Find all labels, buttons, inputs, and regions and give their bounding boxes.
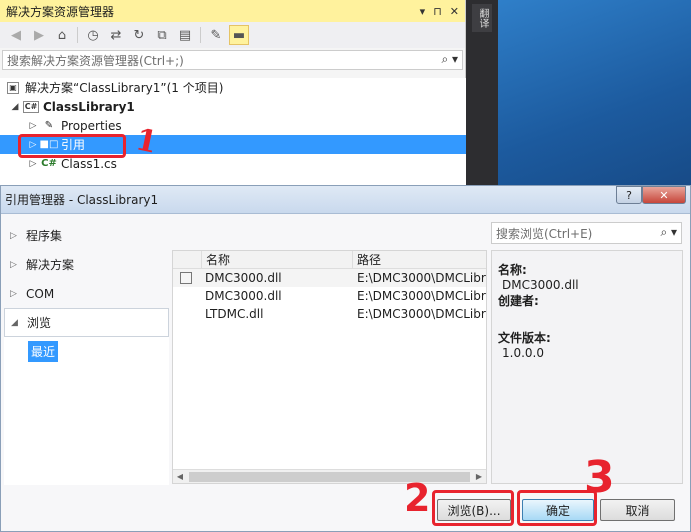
tree-item-properties[interactable]: ▷ ✎ Properties: [0, 116, 466, 135]
nav-item-browse[interactable]: ◢ 浏览: [4, 308, 169, 337]
dropdown-icon[interactable]: ▾: [420, 5, 426, 18]
csharp-file-icon: C#: [41, 158, 57, 169]
search-icon[interactable]: ⌕ ▾: [660, 225, 677, 240]
wrench-icon: ✎: [44, 120, 54, 131]
home-icon[interactable]: ⌂: [52, 25, 72, 45]
reference-checkbox[interactable]: [180, 272, 192, 284]
list-header: 名称 路径: [173, 251, 486, 269]
nav-item-solution[interactable]: ▷ 解决方案: [4, 250, 169, 279]
annotation-number-3: 3: [584, 452, 615, 503]
annotation-box-1: [18, 134, 126, 158]
side-tab-translate[interactable]: 翻译: [472, 4, 492, 32]
solution-explorer-search[interactable]: 搜索解决方案资源管理器(Ctrl+;) ⌕ ▾: [2, 50, 463, 70]
collapsed-arrow-icon: ▷: [10, 259, 17, 270]
browse-search-input[interactable]: 搜索浏览(Ctrl+E) ⌕ ▾: [491, 222, 682, 244]
browse-subitems: 最近: [4, 337, 169, 485]
refresh-icon[interactable]: ↻: [129, 25, 149, 45]
expanded-arrow-icon: ◢: [11, 317, 18, 328]
expanded-arrow-icon[interactable]: ◢: [8, 102, 22, 112]
csharp-project-icon: C#: [22, 100, 40, 113]
detail-creator-label: 创建者:: [498, 294, 539, 308]
toolbar-separator: [200, 27, 201, 43]
annotation-box-2: [432, 490, 514, 526]
table-row[interactable]: DMC3000.dll E:\DMC3000\DMCLibrary: [173, 287, 486, 305]
table-row[interactable]: LTDMC.dll E:\DMC3000\DMCLibrary: [173, 305, 486, 323]
close-icon[interactable]: ✕: [450, 5, 459, 18]
tree-item-project[interactable]: ◢ C# ClassLibrary1: [0, 97, 466, 116]
solution-explorer-toolbar: ◀ ▶ ⌂ ◷ ⇄ ↻ ⧉ ▤ ✎ ▬: [0, 22, 465, 48]
desktop-wallpaper: [498, 0, 691, 190]
detail-version-value: 1.0.0.0: [502, 346, 544, 360]
collapsed-arrow-icon: ▷: [10, 288, 17, 299]
properties-wrench-icon[interactable]: ✎: [206, 25, 226, 45]
reference-details-panel: 名称: DMC3000.dll 创建者: 文件版本: 1.0.0.0: [491, 250, 683, 484]
nav-item-assemblies[interactable]: ▷ 程序集: [4, 221, 169, 250]
column-header-path[interactable]: 路径: [352, 251, 486, 268]
table-row[interactable]: DMC3000.dll E:\DMC3000\DMCLibrary: [173, 269, 486, 287]
dialog-close-button[interactable]: ✕: [642, 186, 686, 204]
dialog-title: 引用管理器 - ClassLibrary1: [5, 193, 159, 207]
scroll-left-icon[interactable]: ◀: [173, 472, 187, 481]
search-icon[interactable]: ⌕ ▾: [441, 52, 458, 67]
collapsed-arrow-icon[interactable]: ▷: [26, 121, 40, 131]
search-placeholder: 搜索浏览(Ctrl+E): [496, 226, 593, 241]
collapsed-arrow-icon: ▷: [10, 230, 17, 241]
help-button[interactable]: ?: [616, 186, 642, 204]
detail-version-label: 文件版本:: [498, 331, 551, 345]
detail-name-value: DMC3000.dll: [502, 278, 579, 292]
vs-side-panel: 翻译: [466, 0, 498, 190]
solution-explorer-title-bar: 解决方案资源管理器 ▾ ⊓ ✕: [0, 0, 465, 22]
scroll-right-icon[interactable]: ▶: [472, 472, 486, 481]
nav-item-com[interactable]: ▷ COM: [4, 279, 169, 308]
pin-icon[interactable]: ⊓: [433, 5, 442, 18]
back-icon[interactable]: ◀: [6, 25, 26, 45]
history-icon[interactable]: ◷: [83, 25, 103, 45]
horizontal-scrollbar[interactable]: ◀ ▶: [173, 469, 486, 483]
dialog-title-bar: 引用管理器 - ClassLibrary1 ? ✕: [1, 186, 690, 214]
panel-title: 解决方案资源管理器: [6, 4, 115, 19]
reference-category-nav: ▷ 程序集 ▷ 解决方案 ▷ COM ◢ 浏览 最近: [4, 221, 169, 485]
search-placeholder: 搜索解决方案资源管理器(Ctrl+;): [7, 53, 184, 68]
show-all-files-icon[interactable]: ▤: [175, 25, 195, 45]
nav-item-recent[interactable]: 最近: [28, 341, 59, 362]
detail-name-label: 名称:: [498, 263, 527, 277]
annotation-number-2: 2: [404, 476, 431, 520]
preview-icon[interactable]: ▬: [229, 25, 249, 45]
solution-icon: ▣: [7, 81, 19, 94]
toolbar-separator: [77, 27, 78, 43]
column-header-name[interactable]: 名称: [201, 251, 352, 268]
sync-icon[interactable]: ⇄: [106, 25, 126, 45]
solution-explorer-panel: 解决方案资源管理器 ▾ ⊓ ✕ ◀ ▶ ⌂ ◷ ⇄ ↻ ⧉ ▤ ✎ ▬ 搜索解决…: [0, 0, 466, 190]
collapse-all-icon[interactable]: ⧉: [152, 25, 172, 45]
tree-item-solution[interactable]: ▣ 解决方案“ClassLibrary1”(1 个项目): [0, 78, 466, 97]
forward-icon[interactable]: ▶: [29, 25, 49, 45]
collapsed-arrow-icon[interactable]: ▷: [26, 159, 40, 169]
reference-list: 名称 路径 DMC3000.dll E:\DMC3000\DMCLibrary …: [172, 250, 487, 484]
